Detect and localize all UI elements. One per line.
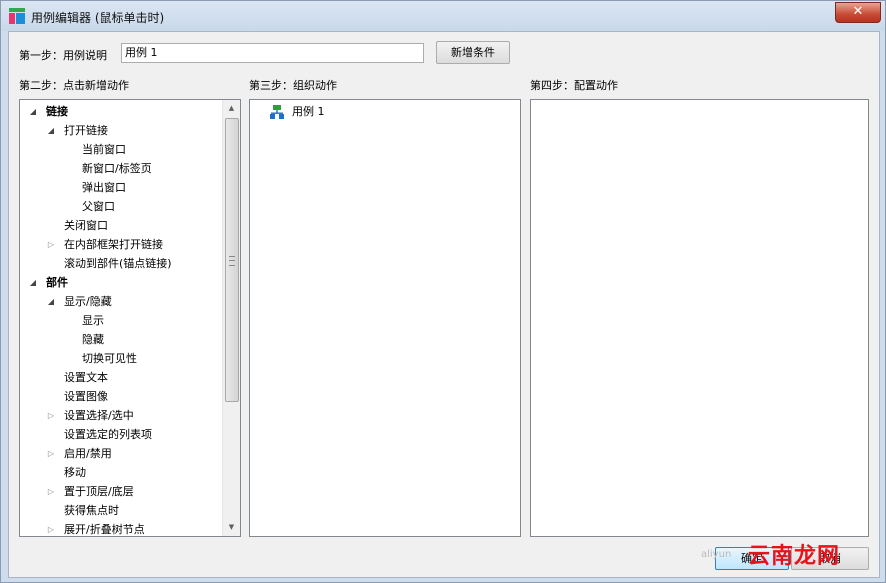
expanded-triangle-icon[interactable]: ◢ bbox=[46, 121, 56, 140]
tree-item-label: 显示/隐藏 bbox=[64, 295, 112, 308]
title-bar[interactable]: 用例编辑器 (鼠标单击时) ✕ bbox=[1, 1, 885, 31]
collapsed-triangle-icon[interactable]: ▷ bbox=[46, 520, 56, 536]
scroll-up-icon[interactable]: ▲ bbox=[223, 100, 240, 117]
organize-actions-panel: 用例 1 bbox=[249, 99, 521, 537]
step2-label: 第二步：点击新增动作 bbox=[19, 79, 129, 92]
actions-tree-scrollbar[interactable]: ▲ ▼ bbox=[222, 100, 240, 536]
tree-item-label: 设置图像 bbox=[64, 390, 108, 403]
tree-item-label: 移动 bbox=[64, 466, 86, 479]
tree-item-label: 隐藏 bbox=[82, 333, 104, 346]
tree-item-label: 获得焦点时 bbox=[64, 504, 119, 517]
configure-actions-panel bbox=[530, 99, 869, 537]
scroll-down-icon[interactable]: ▼ bbox=[223, 519, 240, 536]
case-description-input[interactable] bbox=[121, 43, 424, 63]
tree-item-label: 展开/折叠树节点 bbox=[64, 523, 145, 536]
expanded-triangle-icon[interactable]: ◢ bbox=[28, 273, 38, 292]
tree-item-label: 打开链接 bbox=[64, 124, 108, 137]
expanded-triangle-icon[interactable]: ◢ bbox=[46, 292, 56, 311]
watermark-small-text: aliyun bbox=[701, 549, 732, 560]
close-button[interactable]: ✕ bbox=[835, 2, 881, 23]
grip-icon bbox=[229, 256, 235, 266]
collapsed-triangle-icon[interactable]: ▷ bbox=[46, 482, 56, 501]
collapsed-triangle-icon[interactable]: ▷ bbox=[46, 444, 56, 463]
tree-item-label: 设置选择/选中 bbox=[64, 409, 134, 422]
actions-tree: ◢ 链接 ◢ 打开链接当前窗口新窗口/标签页 弹出窗口父窗口关闭窗口 ▷ 在内部框架打开链接… bbox=[20, 100, 220, 536]
tree-item-label: 显示 bbox=[82, 314, 104, 327]
window-title: 用例编辑器 (鼠标单击时) bbox=[31, 11, 165, 25]
expanded-triangle-icon[interactable]: ◢ bbox=[28, 102, 38, 121]
step3-label: 第三步：组织动作 bbox=[249, 79, 337, 92]
tree-item-label: 父窗口 bbox=[82, 200, 115, 213]
tree-item-label: 在内部框架打开链接 bbox=[64, 238, 163, 251]
tree-item-label: 启用/禁用 bbox=[64, 447, 112, 460]
actions-tree-panel: ◢ 链接 ◢ 打开链接当前窗口新窗口/标签页 弹出窗口父窗口关闭窗口 ▷ 在内部框架打开链接… bbox=[19, 99, 241, 537]
tree-item-label: 滚动到部件(锚点链接) bbox=[64, 257, 172, 270]
tree-item-label: 设置文本 bbox=[64, 371, 108, 384]
tree-item-label: 当前窗口 bbox=[82, 143, 126, 156]
tree-item-label: 设置选定的列表项 bbox=[64, 428, 152, 441]
case-flow-icon bbox=[270, 105, 284, 119]
tree-item-label: 弹出窗口 bbox=[82, 181, 126, 194]
collapsed-triangle-icon[interactable]: ▷ bbox=[46, 235, 56, 254]
step1-label: 第一步：用例说明 bbox=[19, 49, 107, 62]
tree-item-label: 关闭窗口 bbox=[64, 219, 108, 232]
tree-item-label: 部件 bbox=[46, 276, 68, 289]
tree-item-label: 链接 bbox=[46, 105, 68, 118]
app-icon bbox=[9, 8, 25, 24]
scrollbar-thumb[interactable] bbox=[225, 118, 239, 402]
dialog-client-area: 第一步：用例说明 新增条件 第二步：点击新增动作 第三步：组织动作 第四步：配置… bbox=[8, 31, 880, 578]
collapsed-triangle-icon[interactable]: ▷ bbox=[46, 406, 56, 425]
watermark-logo: 云南龙网 bbox=[748, 543, 841, 569]
add-condition-button[interactable]: 新增条件 bbox=[436, 41, 510, 64]
use-case-editor-window: 用例编辑器 (鼠标单击时) ✕ 第一步：用例说明 新增条件 第二步：点击新增动作… bbox=[0, 0, 886, 583]
step4-label: 第四步：配置动作 bbox=[530, 79, 618, 92]
tree-item-label: 新窗口/标签页 bbox=[82, 162, 152, 175]
tree-item-label: 切换可见性 bbox=[82, 352, 137, 365]
case-label: 用例 1 bbox=[292, 105, 325, 118]
tree-item-label: 置于顶层/底层 bbox=[64, 485, 134, 498]
